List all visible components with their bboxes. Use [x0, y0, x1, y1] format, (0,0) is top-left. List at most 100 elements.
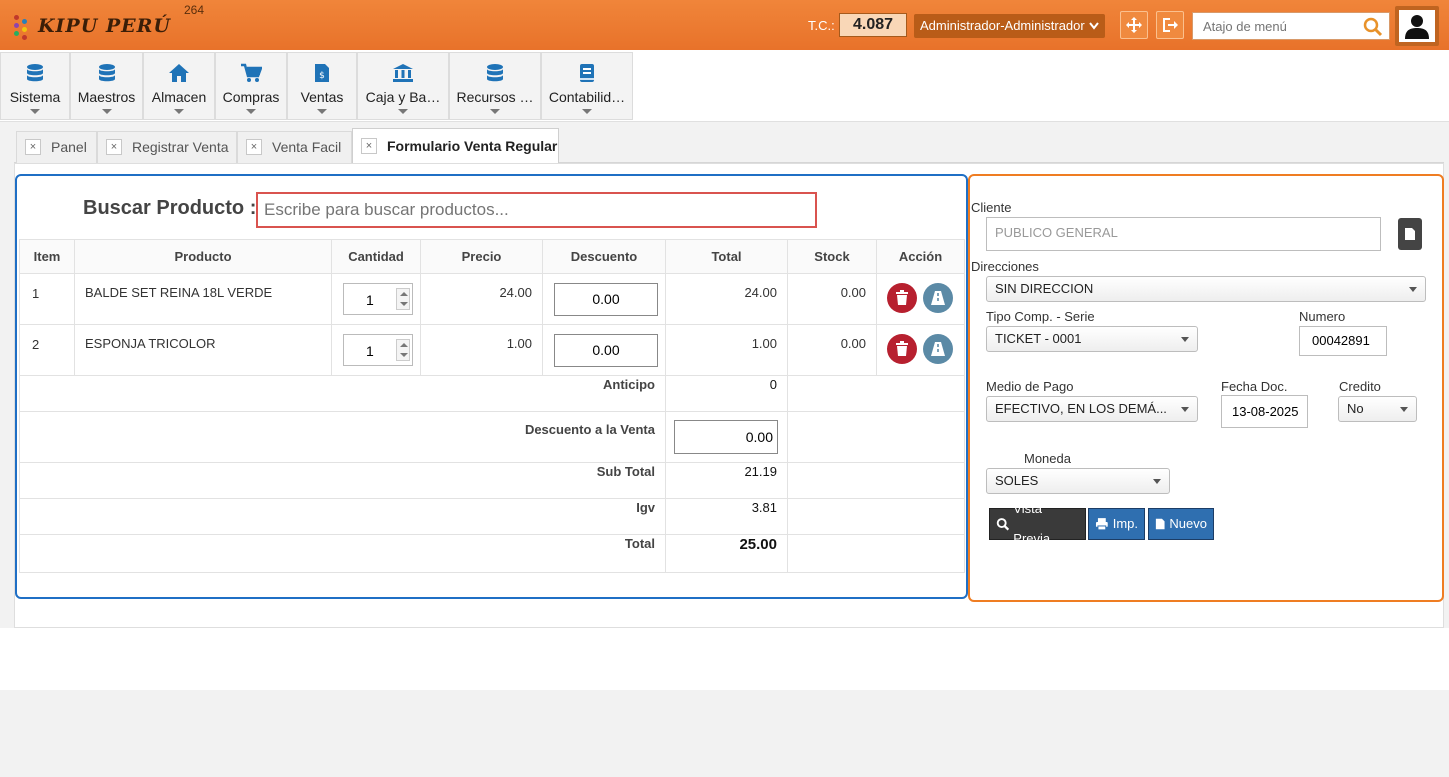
tipo-comp-select[interactable]: TICKET - 0001: [986, 326, 1198, 352]
caret-down-icon: [398, 109, 408, 114]
user-silhouette-icon: [1405, 15, 1429, 39]
svg-text:$: $: [319, 71, 325, 81]
tab-label: Panel: [51, 139, 87, 155]
actions-cell: [876, 273, 965, 325]
column-header: Total: [665, 239, 788, 274]
menu-search-input[interactable]: [1193, 13, 1353, 39]
close-icon[interactable]: ×: [106, 139, 122, 155]
quantity-stepper[interactable]: 1: [343, 283, 413, 315]
numero-label: Numero: [1299, 309, 1346, 324]
logo-mark-icon: [12, 13, 34, 40]
delete-item-button[interactable]: [887, 334, 917, 364]
tab-label: Venta Facil: [272, 139, 342, 155]
discount-input[interactable]: 0.00: [554, 334, 658, 367]
exchange-rate-value: 4.087: [839, 13, 907, 37]
search-icon[interactable]: [1363, 17, 1383, 37]
module-sistema[interactable]: Sistema: [0, 52, 70, 120]
caret-down-icon: [582, 109, 592, 114]
app-logo[interactable]: KIPU PERÚ: [12, 12, 171, 40]
imprimir-label: Imp.: [1112, 516, 1138, 531]
road-route-button[interactable]: [922, 334, 953, 364]
credito-label: Credito: [1339, 379, 1381, 394]
module-maestros[interactable]: Maestros: [70, 52, 143, 120]
table-row: 2 ESPONJA TRICOLOR 1 1.00 0.00 1.00 0.00: [19, 324, 965, 376]
close-icon[interactable]: ×: [246, 139, 262, 155]
module-compras[interactable]: Compras: [215, 52, 287, 120]
summary-row-igv: Igv 3.81: [19, 498, 965, 535]
tab-label: Formulario Venta Regular: [387, 138, 558, 154]
cliente-input[interactable]: PUBLICO GENERAL: [986, 217, 1381, 251]
user-name: Administrador-Administrador: [920, 18, 1085, 33]
cliente-document-button[interactable]: [1398, 218, 1422, 250]
column-header: Item: [19, 239, 75, 274]
tab-panel[interactable]: × Panel: [16, 131, 97, 163]
cliente-label: Cliente: [971, 200, 1012, 215]
user-avatar[interactable]: [1395, 6, 1439, 46]
subtotal-value: 21.19: [665, 462, 788, 499]
module-almacen[interactable]: Almacen: [143, 52, 215, 120]
credito-select[interactable]: No: [1338, 396, 1417, 422]
direcciones-select[interactable]: SIN DIRECCION: [986, 276, 1426, 302]
descuento-venta-input[interactable]: 0.00: [674, 420, 778, 454]
tab-registrar-venta[interactable]: × Registrar Venta: [97, 131, 237, 163]
igv-value: 3.81: [665, 498, 788, 535]
cart-icon: [241, 63, 262, 82]
close-icon[interactable]: ×: [25, 139, 41, 155]
nuevo-label: Nuevo: [1169, 516, 1207, 531]
tipo-comp-label: Tipo Comp. - Serie: [986, 309, 1095, 324]
quantity-stepper[interactable]: 1: [343, 334, 413, 366]
vista-previa-button[interactable]: Vista Previa: [989, 501, 1086, 546]
numero-input[interactable]: 00042891: [1299, 326, 1387, 356]
line-total: 1.00: [665, 324, 788, 376]
column-header: Stock: [787, 239, 877, 274]
module-ventas[interactable]: $ Ventas: [287, 52, 357, 120]
bank-icon: [393, 64, 413, 82]
module-recursos[interactable]: Recursos …: [449, 52, 541, 120]
move-button[interactable]: [1120, 11, 1148, 39]
fecha-doc-input[interactable]: 13-08-2025: [1221, 395, 1308, 428]
road-route-button[interactable]: [922, 283, 953, 313]
caret-down-icon: [490, 109, 500, 114]
module-contabilidad[interactable]: Contabilid…: [541, 52, 633, 120]
item-number: 1: [19, 273, 75, 325]
menu-shortcut-search: [1192, 12, 1390, 40]
quantity-cell: 1: [331, 273, 421, 325]
vista-previa-label: Vista Previa: [1013, 501, 1051, 546]
file-icon: [1155, 518, 1165, 530]
fecha-doc-label: Fecha Doc.: [1221, 379, 1288, 394]
product-search-box: [256, 192, 817, 228]
spinner-arrows-icon[interactable]: [396, 339, 410, 361]
moneda-select[interactable]: SOLES: [986, 468, 1170, 494]
product-search-input[interactable]: [258, 194, 815, 226]
product-name: ESPONJA TRICOLOR: [74, 324, 332, 376]
spinner-arrows-icon[interactable]: [396, 288, 410, 310]
anticipo-value: 0: [665, 375, 788, 412]
file-icon: [1405, 228, 1415, 240]
search-icon: [996, 518, 1010, 531]
tab-formulario-venta-regular[interactable]: × Formulario Venta Regular: [352, 128, 559, 164]
product-name: BALDE SET REINA 18L VERDE: [74, 273, 332, 325]
column-header: Producto: [74, 239, 332, 274]
discount-cell: 0.00: [542, 273, 666, 325]
imprimir-button[interactable]: Imp.: [1088, 508, 1145, 540]
table-header-row: Item Producto Cantidad Precio Descuento …: [19, 239, 965, 274]
medio-pago-select[interactable]: EFECTIVO, EN LOS DEMÁ...: [986, 396, 1198, 422]
tab-venta-facil[interactable]: × Venta Facil: [237, 131, 352, 163]
close-icon[interactable]: ×: [361, 138, 377, 154]
discount-input[interactable]: 0.00: [554, 283, 658, 316]
module-caja-bancos[interactable]: Caja y Ba…: [357, 52, 449, 120]
module-label: Ventas: [300, 89, 344, 105]
logout-button[interactable]: [1156, 11, 1184, 39]
product-panel: Buscar Producto : Item Producto Cantidad…: [15, 174, 968, 599]
line-total: 24.00: [665, 273, 788, 325]
home-icon: [169, 64, 189, 82]
quantity-value: 1: [366, 292, 374, 308]
medio-pago-label: Medio de Pago: [986, 379, 1074, 394]
logo-text: KIPU PERÚ: [38, 15, 172, 37]
direcciones-label: Direcciones: [971, 259, 1039, 274]
nuevo-button[interactable]: Nuevo: [1148, 508, 1214, 540]
column-header: Descuento: [542, 239, 666, 274]
igv-label: Igv: [19, 498, 666, 535]
delete-item-button[interactable]: [887, 283, 917, 313]
user-dropdown[interactable]: Administrador-Administrador: [914, 14, 1105, 38]
